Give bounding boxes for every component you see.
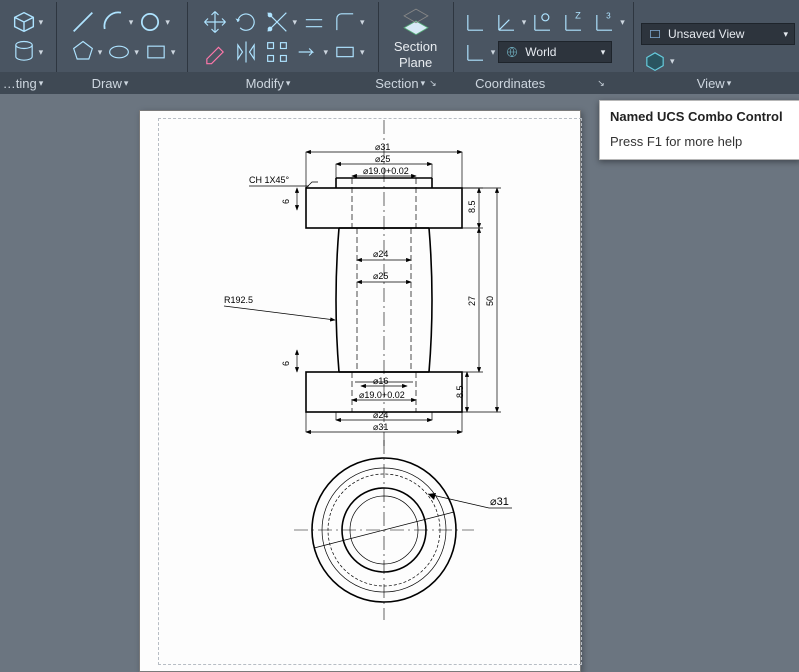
panel-label-section[interactable]: Section ▾ ↘ xyxy=(362,72,450,94)
tool-cube-icon[interactable] xyxy=(10,8,38,36)
ucs2-icon[interactable] xyxy=(493,8,521,36)
dd-icon[interactable]: ▾ xyxy=(39,17,44,28)
section-plane-label: Section xyxy=(394,40,437,54)
line-icon[interactable] xyxy=(69,8,97,36)
trim-icon[interactable] xyxy=(263,8,291,36)
erase-icon[interactable] xyxy=(201,38,229,66)
panel-view: 2D Wireframe▾ Unsaved View ▾ ▾ xyxy=(637,0,799,75)
ribbon: ▾ ▾ ▾ ▾ ▾ ▾ ▾ ▾ ▾ xyxy=(0,0,799,94)
offset-icon[interactable] xyxy=(300,8,328,36)
tool-cylinder-icon[interactable] xyxy=(10,38,38,66)
view-cube-icon[interactable] xyxy=(641,47,669,75)
section-plane-label2: Plane xyxy=(399,56,432,70)
world-combo[interactable]: World ▾ xyxy=(498,41,612,63)
tooltip: Named UCS Combo Control Press F1 for mor… xyxy=(599,100,799,160)
circle-icon[interactable] xyxy=(136,8,164,36)
panel-label-coordinates[interactable]: Coordinates ↘ xyxy=(450,72,630,94)
ucs-icon[interactable] xyxy=(462,8,490,36)
world-combo-label: World xyxy=(525,45,556,59)
chevron-down-icon: ▾ xyxy=(601,47,606,58)
mirror-icon[interactable] xyxy=(232,38,260,66)
extend-icon[interactable] xyxy=(294,38,322,66)
tooltip-title: Named UCS Combo Control xyxy=(600,101,799,130)
globe-icon xyxy=(505,45,519,59)
svg-text:3: 3 xyxy=(606,12,611,21)
rotate-icon[interactable] xyxy=(232,8,260,36)
rect-icon[interactable] xyxy=(142,38,170,66)
view-combo-label: Unsaved View xyxy=(668,27,745,41)
view-combo[interactable]: Unsaved View ▾ xyxy=(641,23,795,45)
ucs3-icon[interactable] xyxy=(529,8,557,36)
panel-label-view[interactable]: View ▾ xyxy=(630,72,798,94)
ucsz-icon[interactable]: Z xyxy=(560,8,588,36)
panel-draw: ▾ ▾ ▾ ▾ ▾ xyxy=(60,8,185,66)
panel-label-modify[interactable]: Modify ▾ xyxy=(174,72,362,94)
svg-text:Z: Z xyxy=(575,11,581,21)
stretch-icon[interactable] xyxy=(331,38,359,66)
chevron-down-icon: ▾ xyxy=(783,29,788,40)
ucsw-icon[interactable] xyxy=(462,38,490,66)
section-plane-button[interactable]: Section Plane xyxy=(382,3,450,71)
panel-modify: ▾ ▾ ▾ ▾ xyxy=(191,8,374,66)
paper-sheet xyxy=(139,110,581,672)
view-icon xyxy=(648,27,662,41)
panel-coordinates: ▾ Z 3▾ ▾ World ▾ xyxy=(457,8,630,66)
panel-label-row: …ting ▾ Draw ▾ Modify ▾ Section ▾ ↘ Coor… xyxy=(0,72,799,94)
arc-icon[interactable] xyxy=(100,8,128,36)
tooltip-body: Press F1 for more help xyxy=(600,130,799,159)
panel-ting: ▾ ▾ xyxy=(0,8,53,66)
panel-label-ting[interactable]: …ting ▾ xyxy=(0,72,46,94)
polygon-icon[interactable] xyxy=(69,38,97,66)
ellipse-icon[interactable] xyxy=(105,38,133,66)
dd-icon[interactable]: ▾ xyxy=(39,47,44,58)
array-icon[interactable] xyxy=(263,38,291,66)
move-icon[interactable] xyxy=(201,8,229,36)
fillet-icon[interactable] xyxy=(331,8,359,36)
panel-label-draw[interactable]: Draw ▾ xyxy=(46,72,174,94)
ucs3pt-icon[interactable]: 3 xyxy=(591,8,619,36)
